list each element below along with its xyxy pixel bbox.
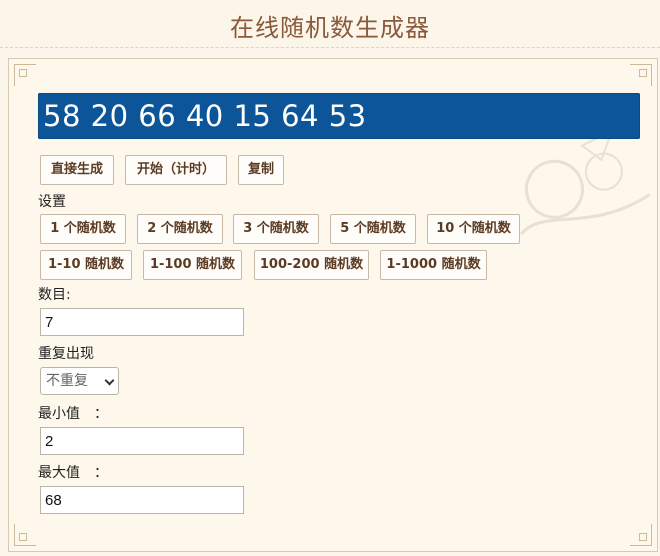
preset-range-button[interactable]: 1-100 随机数	[143, 250, 242, 280]
page: 在线随机数生成器 58 20 66 40 15 64 53 直接生成 开始（计时…	[0, 0, 660, 556]
min-label: 最小值 ：	[38, 406, 108, 422]
count-input[interactable]	[40, 308, 244, 336]
corner-ornament-icon	[14, 524, 36, 546]
preset-count-button[interactable]: 3 个随机数	[233, 214, 319, 244]
max-label: 最大值 ：	[38, 465, 108, 481]
direct-generate-button[interactable]: 直接生成	[40, 155, 114, 185]
repeat-select-value: 不重复	[46, 373, 88, 389]
corner-ornament-icon	[630, 64, 652, 86]
count-label: 数目:	[38, 287, 71, 303]
preset-count-button[interactable]: 5 个随机数	[330, 214, 416, 244]
preset-range-button[interactable]: 1-10 随机数	[40, 250, 132, 280]
preset-range-button[interactable]: 1-1000 随机数	[380, 250, 487, 280]
page-title: 在线随机数生成器	[230, 14, 430, 42]
result-display: 58 20 66 40 15 64 53	[38, 93, 640, 139]
title-divider	[0, 47, 660, 48]
repeat-select[interactable]: 不重复	[40, 367, 119, 395]
copy-button[interactable]: 复制	[238, 155, 284, 185]
corner-ornament-icon	[14, 64, 36, 86]
preset-range-button[interactable]: 100-200 随机数	[254, 250, 369, 280]
chevron-down-icon	[104, 375, 115, 386]
preset-count-button[interactable]: 10 个随机数	[427, 214, 520, 244]
settings-label: 设置	[38, 194, 66, 210]
preset-count-button[interactable]: 2 个随机数	[137, 214, 223, 244]
repeat-label: 重复出现	[38, 346, 94, 362]
corner-ornament-icon	[630, 524, 652, 546]
min-input[interactable]	[40, 427, 244, 455]
preset-count-button[interactable]: 1 个随机数	[40, 214, 126, 244]
start-timer-button[interactable]: 开始（计时）	[125, 155, 227, 185]
max-input[interactable]	[40, 486, 244, 514]
